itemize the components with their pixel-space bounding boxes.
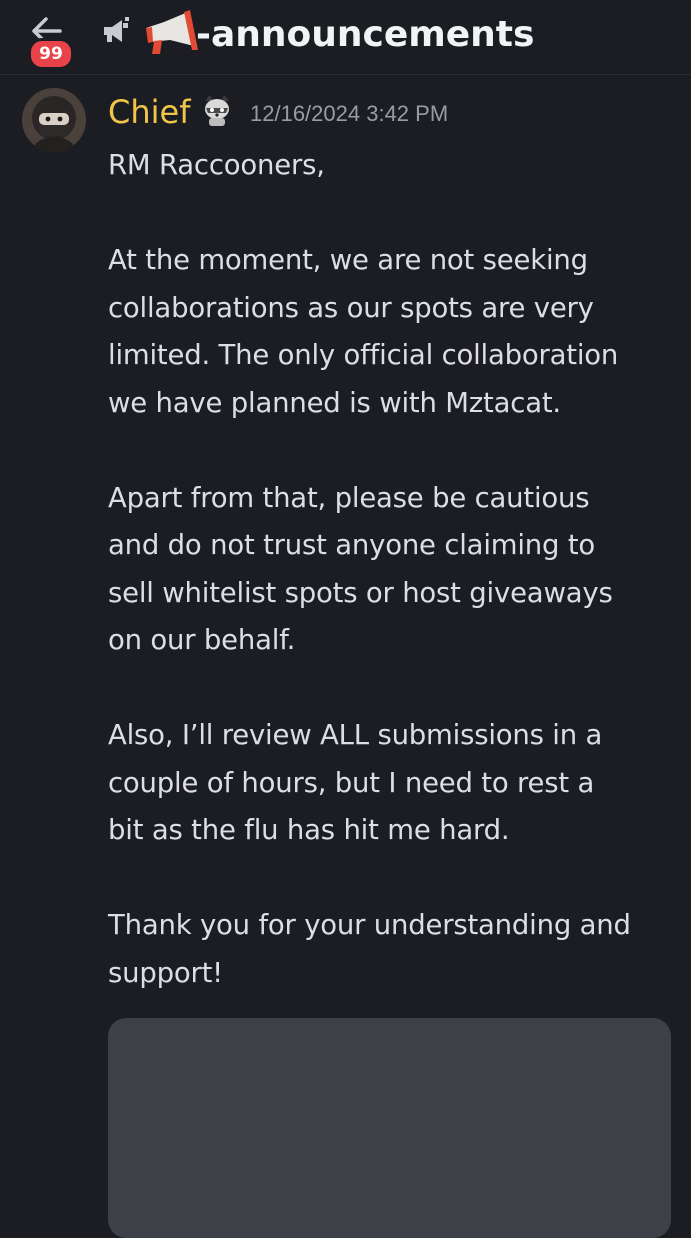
message-timestamp: 12/16/2024 3:42 PM — [250, 101, 449, 126]
message-line: we have planned is with Mztacat. — [108, 386, 561, 419]
message-line: collaborations as our spots are very — [108, 291, 594, 324]
message-line: Thank you for your understanding and — [108, 909, 631, 941]
message-line: At the moment, we are not seeking — [108, 244, 588, 276]
message-author[interactable]: Chief — [108, 88, 190, 136]
message-line: RM Raccooners, — [108, 149, 325, 181]
message-line: support! — [108, 956, 224, 989]
message-line: Apart from that, please be cautious — [108, 481, 590, 514]
channel-name[interactable]: -announcements — [196, 10, 534, 60]
attachment-embed[interactable] — [108, 1018, 671, 1238]
megaphone-icon — [146, 10, 198, 54]
message-line: bit as the flu has hit me hard. — [108, 814, 510, 846]
message-line: and do not trust anyone claiming to — [108, 529, 596, 561]
message-line: limited. The only official collaboration — [108, 339, 619, 371]
message-content: RM Raccooners, At the moment, we are not… — [108, 142, 678, 997]
ninja-avatar-icon — [22, 88, 86, 152]
message-line: sell whitelist spots or host giveaways — [108, 576, 613, 609]
message-line: Also, I’ll review ALL submissions in a — [108, 719, 603, 751]
message-line: couple of hours, but I need to rest a — [108, 766, 595, 799]
channel-header: 99 -announcements — [0, 0, 691, 72]
header-divider — [0, 74, 691, 75]
message-line: on our behalf. — [108, 624, 296, 656]
avatar[interactable] — [22, 88, 86, 152]
announcement-channel-icon — [104, 17, 129, 42]
unread-badge: 99 — [28, 38, 74, 70]
raccoon-icon — [205, 95, 229, 126]
